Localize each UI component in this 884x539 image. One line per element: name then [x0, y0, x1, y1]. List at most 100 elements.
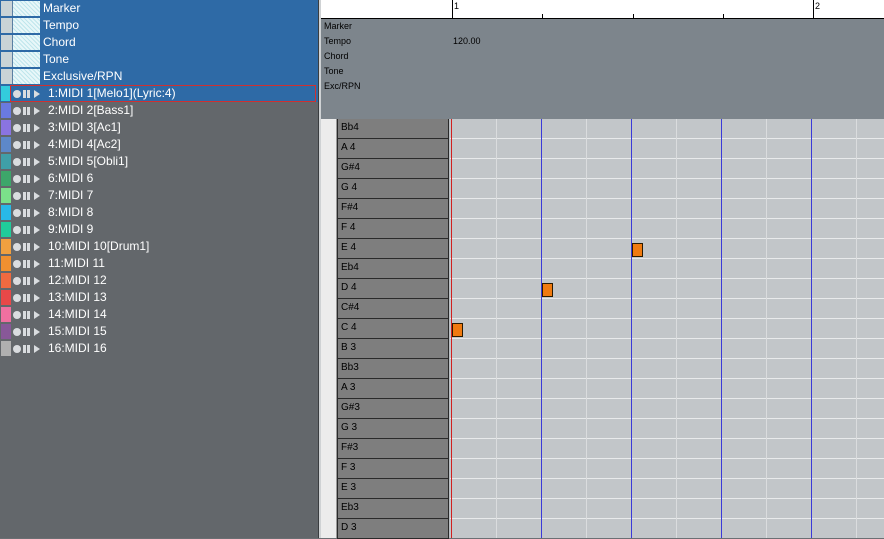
record-dot-icon[interactable] — [13, 226, 21, 234]
play-triangle-icon[interactable] — [34, 260, 40, 268]
midi-note[interactable] — [632, 243, 643, 257]
play-triangle-icon[interactable] — [34, 107, 40, 115]
track-row[interactable]: 1:MIDI 1[Melo1](Lyric:4) — [0, 85, 318, 102]
mute-bar-icon[interactable] — [23, 328, 26, 336]
play-triangle-icon[interactable] — [34, 277, 40, 285]
midi-note[interactable] — [542, 283, 553, 297]
track-row[interactable]: 5:MIDI 5[Obli1] — [0, 153, 318, 170]
record-dot-icon[interactable] — [13, 243, 21, 251]
record-dot-icon[interactable] — [13, 158, 21, 166]
special-track-row[interactable]: Exclusive/RPN — [0, 68, 318, 85]
play-triangle-icon[interactable] — [34, 243, 40, 251]
track-row[interactable]: 8:MIDI 8 — [0, 204, 318, 221]
play-triangle-icon[interactable] — [34, 90, 40, 98]
special-track-row[interactable]: Marker — [0, 0, 318, 17]
piano-key[interactable]: F 3 — [337, 459, 449, 479]
tempo-value[interactable]: 120.00 — [453, 36, 481, 46]
record-dot-icon[interactable] — [13, 311, 21, 319]
track-row[interactable]: 10:MIDI 10[Drum1] — [0, 238, 318, 255]
mute-bar-icon[interactable] — [23, 311, 26, 319]
mute-bar-icon[interactable] — [23, 260, 26, 268]
record-dot-icon[interactable] — [13, 90, 21, 98]
record-dot-icon[interactable] — [13, 328, 21, 336]
solo-bar-icon[interactable] — [27, 243, 30, 251]
solo-bar-icon[interactable] — [27, 141, 30, 149]
mute-bar-icon[interactable] — [23, 158, 26, 166]
solo-bar-icon[interactable] — [27, 294, 30, 302]
play-triangle-icon[interactable] — [34, 328, 40, 336]
piano-key[interactable]: G#3 — [337, 399, 449, 419]
record-dot-icon[interactable] — [13, 175, 21, 183]
solo-bar-icon[interactable] — [27, 175, 30, 183]
piano-key[interactable]: Eb4 — [337, 259, 449, 279]
track-row[interactable]: 6:MIDI 6 — [0, 170, 318, 187]
piano-key[interactable]: F#4 — [337, 199, 449, 219]
piano-key[interactable]: C 4 — [337, 319, 449, 339]
record-dot-icon[interactable] — [13, 107, 21, 115]
mute-bar-icon[interactable] — [23, 90, 26, 98]
play-triangle-icon[interactable] — [34, 294, 40, 302]
mute-bar-icon[interactable] — [23, 209, 26, 217]
solo-bar-icon[interactable] — [27, 328, 30, 336]
play-triangle-icon[interactable] — [34, 141, 40, 149]
play-triangle-icon[interactable] — [34, 158, 40, 166]
solo-bar-icon[interactable] — [27, 260, 30, 268]
special-track-row[interactable]: Chord — [0, 34, 318, 51]
mute-bar-icon[interactable] — [23, 192, 26, 200]
record-dot-icon[interactable] — [13, 277, 21, 285]
solo-bar-icon[interactable] — [27, 209, 30, 217]
record-dot-icon[interactable] — [13, 141, 21, 149]
piano-key[interactable]: B 3 — [337, 339, 449, 359]
play-triangle-icon[interactable] — [34, 209, 40, 217]
record-dot-icon[interactable] — [13, 260, 21, 268]
track-row[interactable]: 15:MIDI 15 — [0, 323, 318, 340]
solo-bar-icon[interactable] — [27, 90, 30, 98]
solo-bar-icon[interactable] — [27, 192, 30, 200]
piano-key[interactable]: D 4 — [337, 279, 449, 299]
mute-bar-icon[interactable] — [23, 107, 26, 115]
solo-bar-icon[interactable] — [27, 158, 30, 166]
solo-bar-icon[interactable] — [27, 107, 30, 115]
mute-bar-icon[interactable] — [23, 243, 26, 251]
track-row[interactable]: 13:MIDI 13 — [0, 289, 318, 306]
piano-key[interactable]: Bb4 — [337, 119, 449, 139]
special-track-row[interactable]: Tempo — [0, 17, 318, 34]
solo-bar-icon[interactable] — [27, 226, 30, 234]
record-dot-icon[interactable] — [13, 209, 21, 217]
piano-key[interactable]: G 4 — [337, 179, 449, 199]
mute-bar-icon[interactable] — [23, 124, 26, 132]
note-grid[interactable] — [450, 119, 884, 538]
track-row[interactable]: 3:MIDI 3[Ac1] — [0, 119, 318, 136]
track-row[interactable]: 12:MIDI 12 — [0, 272, 318, 289]
piano-key[interactable]: A 3 — [337, 379, 449, 399]
piano-key[interactable]: G 3 — [337, 419, 449, 439]
solo-bar-icon[interactable] — [27, 277, 30, 285]
piano-key[interactable]: C#4 — [337, 299, 449, 319]
mute-bar-icon[interactable] — [23, 277, 26, 285]
play-triangle-icon[interactable] — [34, 124, 40, 132]
solo-bar-icon[interactable] — [27, 124, 30, 132]
track-row[interactable]: 16:MIDI 16 — [0, 340, 318, 357]
record-dot-icon[interactable] — [13, 124, 21, 132]
record-dot-icon[interactable] — [13, 192, 21, 200]
measure-ruler[interactable]: 12 — [321, 0, 884, 19]
play-triangle-icon[interactable] — [34, 311, 40, 319]
piano-key[interactable]: Bb3 — [337, 359, 449, 379]
piano-key[interactable]: A 4 — [337, 139, 449, 159]
piano-key[interactable]: F 4 — [337, 219, 449, 239]
mute-bar-icon[interactable] — [23, 175, 26, 183]
track-row[interactable]: 2:MIDI 2[Bass1] — [0, 102, 318, 119]
midi-note[interactable] — [452, 323, 463, 337]
piano-key[interactable]: Eb3 — [337, 499, 449, 519]
mute-bar-icon[interactable] — [23, 141, 26, 149]
track-row[interactable]: 7:MIDI 7 — [0, 187, 318, 204]
piano-key[interactable]: D 3 — [337, 519, 449, 539]
piano-key[interactable]: E 4 — [337, 239, 449, 259]
track-row[interactable]: 4:MIDI 4[Ac2] — [0, 136, 318, 153]
special-track-row[interactable]: Tone — [0, 51, 318, 68]
track-row[interactable]: 11:MIDI 11 — [0, 255, 318, 272]
piano-key[interactable]: E 3 — [337, 479, 449, 499]
play-triangle-icon[interactable] — [34, 192, 40, 200]
piano-key[interactable]: F#3 — [337, 439, 449, 459]
play-triangle-icon[interactable] — [34, 345, 40, 353]
